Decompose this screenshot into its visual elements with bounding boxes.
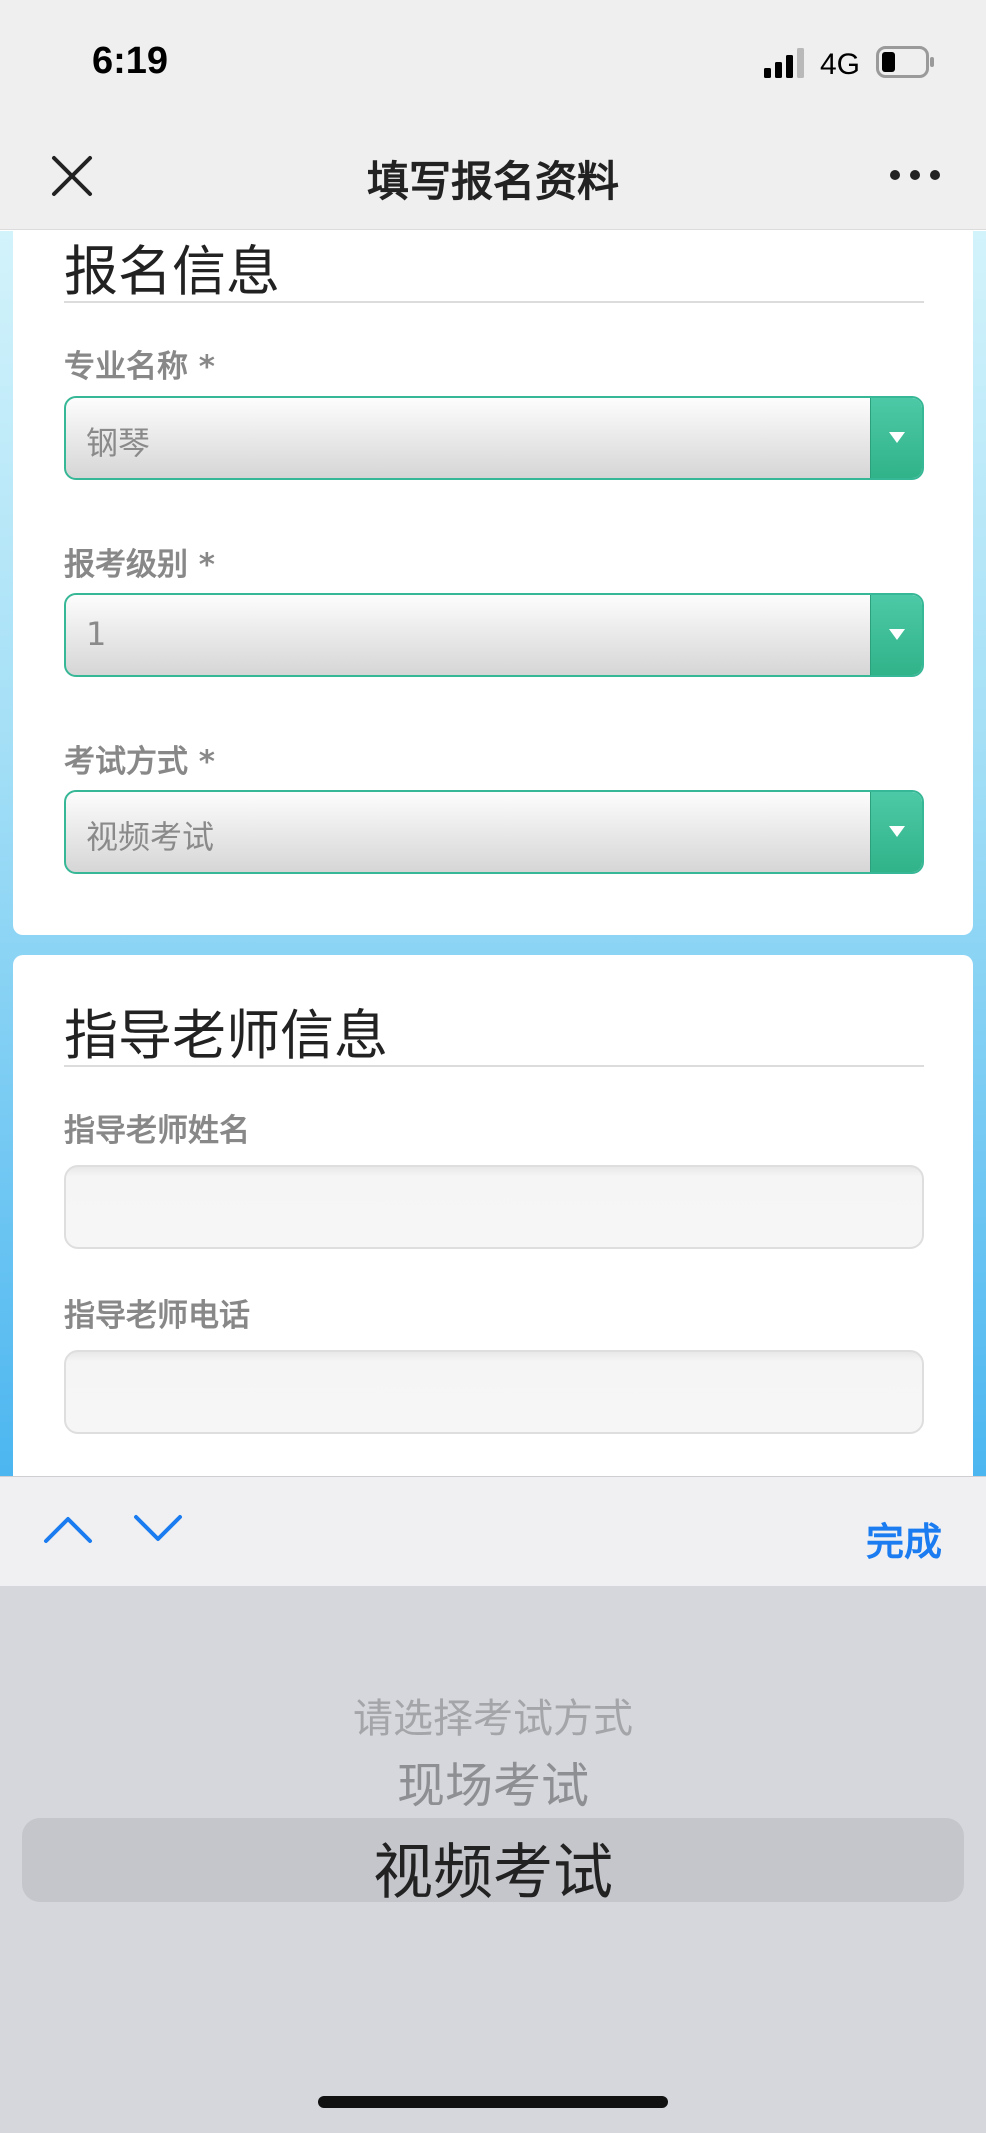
exam-level-label: 报考级别 * <box>64 547 216 583</box>
chevron-up-icon[interactable] <box>42 1509 94 1549</box>
major-name-select[interactable]: 钢琴 <box>64 396 924 480</box>
battery-icon <box>876 46 934 78</box>
navigation-bar: 填写报名资料 <box>0 120 986 230</box>
major-name-value: 钢琴 <box>86 424 151 462</box>
teacher-info-card: 指导老师信息 指导老师姓名 指导老师电话 <box>13 955 973 1476</box>
picker-option[interactable]: 现场考试 <box>0 1746 986 1816</box>
exam-level-value: 1 <box>86 615 107 653</box>
exam-method-label: 考试方式 * <box>64 744 216 780</box>
section-divider <box>64 301 924 303</box>
teacher-phone-input[interactable] <box>64 1350 924 1434</box>
teacher-name-label: 指导老师姓名 <box>64 1113 250 1149</box>
status-bar: 6:19 4G <box>0 0 986 120</box>
exam-level-select[interactable]: 1 <box>64 593 924 677</box>
dropdown-arrow-icon <box>870 398 922 478</box>
more-horizontal-icon[interactable] <box>888 158 942 192</box>
exam-method-picker[interactable]: 请选择考试方式 现场考试 视频考试 <box>0 1586 986 2133</box>
picker-option[interactable]: 请选择考试方式 <box>0 1686 986 1744</box>
section-divider <box>64 1065 924 1067</box>
status-time: 6:19 <box>92 40 169 82</box>
dropdown-arrow-icon <box>870 595 922 675</box>
teacher-name-input[interactable] <box>64 1165 924 1249</box>
teacher-phone-label: 指导老师电话 <box>64 1298 250 1334</box>
picker-option-selected[interactable]: 视频考试 <box>0 1824 986 1911</box>
page-title: 填写报名资料 <box>366 157 619 206</box>
network-type-label: 4G <box>820 48 861 81</box>
done-button[interactable]: 完成 <box>866 1511 942 1566</box>
teacher-section-title: 指导老师信息 <box>64 1004 388 1067</box>
exam-method-value: 视频考试 <box>86 818 215 856</box>
exam-method-select[interactable]: 视频考试 <box>64 790 924 874</box>
keyboard-accessory-bar: 完成 <box>0 1476 986 1586</box>
signal-strength-icon <box>764 48 804 78</box>
chevron-down-icon[interactable] <box>132 1509 184 1549</box>
major-name-label: 专业名称 * <box>64 349 216 385</box>
dropdown-arrow-icon <box>870 792 922 872</box>
registration-section-title: 报名信息 <box>64 240 280 303</box>
home-indicator <box>318 2096 668 2108</box>
form-content[interactable]: 报名信息 专业名称 * 钢琴 报考级别 * 1 考试方式 * 视频考试 指导老师… <box>0 231 986 1476</box>
registration-info-card: 报名信息 专业名称 * 钢琴 报考级别 * 1 考试方式 * 视频考试 <box>13 231 973 935</box>
